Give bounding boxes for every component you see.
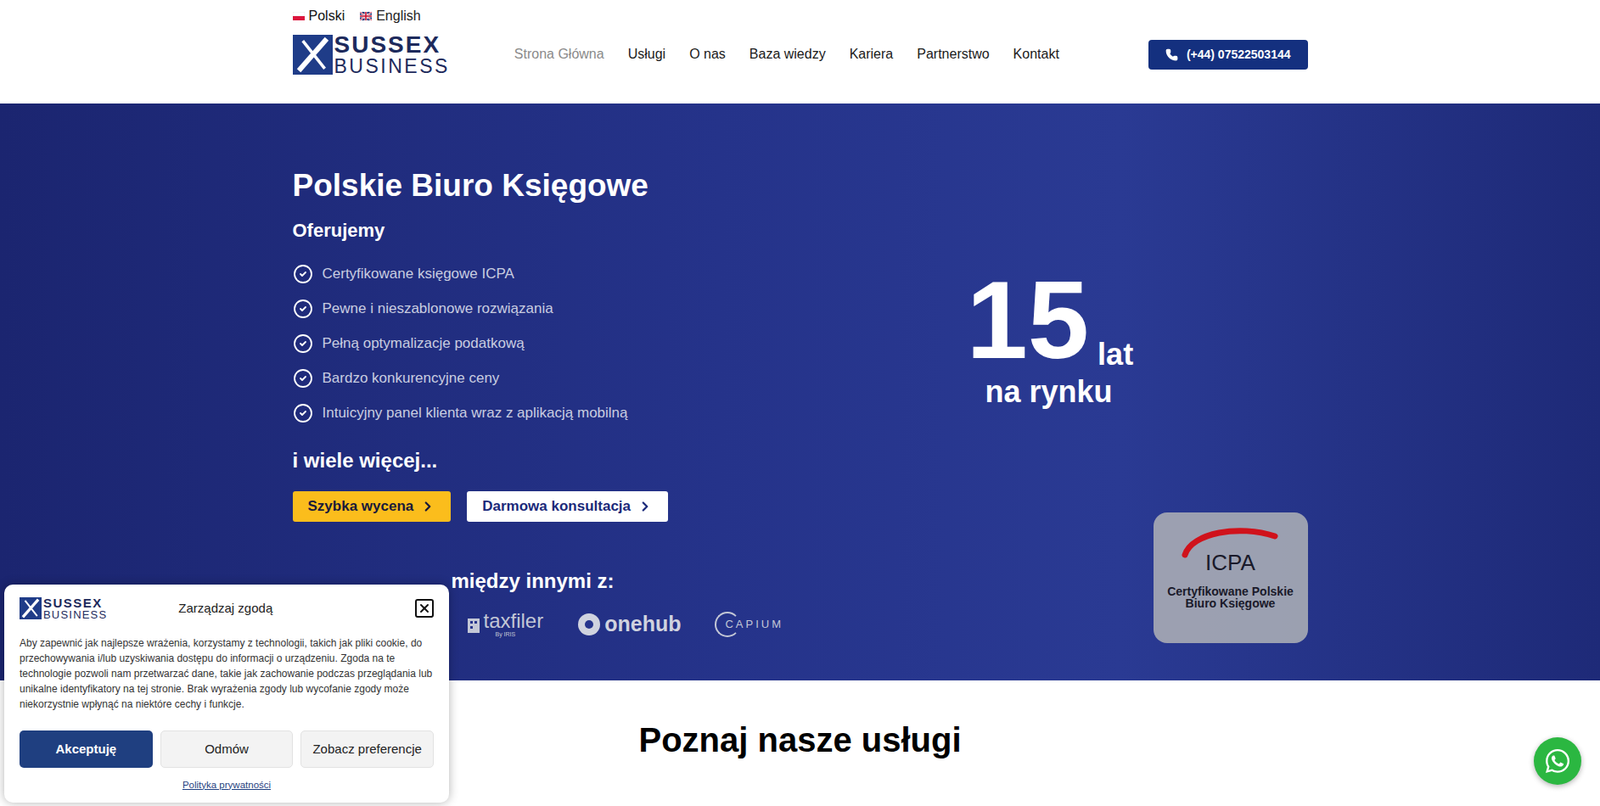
nav-item[interactable]: Baza wiedzy [749,44,826,65]
check-circle-icon [292,368,314,389]
partner-logo: onehub [577,608,681,641]
icpa-swoosh-icon [1179,524,1282,559]
feature-item: Pewne i nieszablonowe rozwiązania [292,291,837,326]
icpa-caption: Certyfikowane Polskie Biuro Księgowe [1160,585,1302,610]
language-option[interactable]: Polski [292,5,346,27]
feature-item: Pełną optymalizacje podatkową [292,325,837,361]
nav-item[interactable]: Kontakt [1013,44,1060,65]
language-option[interactable]: English [359,5,421,27]
chevron-right-icon [637,499,653,515]
feature-item: Intuicyjny panel klienta wraz z aplikacj… [292,395,837,431]
privacy-link[interactable]: Polityka prywatności [19,778,434,793]
phone-button[interactable]: (+44) 07522503144 [1148,39,1309,70]
chevron-right-icon [420,499,436,515]
cookie-title: Zarządzaj zgodą [178,599,273,619]
hero-subtitle: Oferujemy [292,216,837,245]
building-icon [466,616,481,634]
cookie-dialog: SUSSEXBUSINESS Zarządzaj zgodą Aby zapewni… [4,584,450,803]
years-caption: na rynku [985,376,1309,408]
more-text: i wiele więcej... [292,445,837,477]
phone-icon [1165,48,1179,62]
feature-item: Bardzo konkurencyjne ceny [292,360,837,396]
nav-item[interactable]: Usługi [628,44,666,65]
cookie-button[interactable]: Akceptuję [19,730,153,769]
logo-mark-icon [292,34,333,75]
check-circle-icon [292,333,314,354]
nav-item[interactable]: O nas [689,44,726,65]
close-icon [417,601,432,616]
partner-logo: taxfilerBy IRIS [466,611,545,638]
nav-item[interactable]: Strona Główna [514,44,605,65]
cookie-button[interactable]: Zobacz preferencje [300,730,434,769]
uk-flag-icon [359,11,372,21]
feature-item: Certyfikowane księgowe ICPA [292,256,837,292]
nav-item[interactable]: Partnerstwo [916,44,989,65]
whatsapp-button[interactable] [1533,737,1582,786]
partner-logo: CAPIUM [714,611,784,638]
nav-item[interactable]: Kariera [849,44,894,65]
hero-button[interactable]: Darmowa konsultacja [466,491,669,523]
cookie-button[interactable]: Odmów [160,730,294,769]
hero-title: Polskie Biuro Księgowe [292,167,837,205]
cookie-text: Aby zapewnić jak najlepsze wrażenia, kor… [19,635,434,713]
feature-list: Certyfikowane księgowe ICPAPewne i niesz… [292,256,837,431]
years-number: 15 [966,264,1090,376]
language-bar: Polski English [292,0,1309,31]
icpa-badge: ICPA Certyfikowane Polskie Biuro Księgowe [1153,512,1309,644]
icpa-logo-text: ICPA [1205,551,1256,574]
check-circle-icon [292,403,314,424]
onehub-mark-icon [577,612,601,637]
logo[interactable]: SUSSEXBUSINESS [292,33,450,77]
check-circle-icon [292,263,314,285]
page: Polski English SUSSEXBUSINESS Strona Główna… [0,0,1600,806]
poland-flag-icon [292,11,305,21]
whatsapp-icon [1543,747,1572,775]
hero-button[interactable]: Szybka wycena [292,491,452,523]
check-circle-icon [292,298,314,320]
years-unit: lat [1097,339,1134,371]
logo[interactable]: SUSSEXBUSINESS [19,596,107,621]
hero-right: 15lat na rynku ICPA Certyfikowane Polskie B… [966,103,1309,681]
main-nav: Strona Główna Usługi O nas Baza wiedzy Karie… [514,44,1060,65]
close-button[interactable] [415,599,434,618]
logo-mark-icon [19,597,42,620]
header: Polski English SUSSEXBUSINESS Strona Główna… [0,0,1600,104]
